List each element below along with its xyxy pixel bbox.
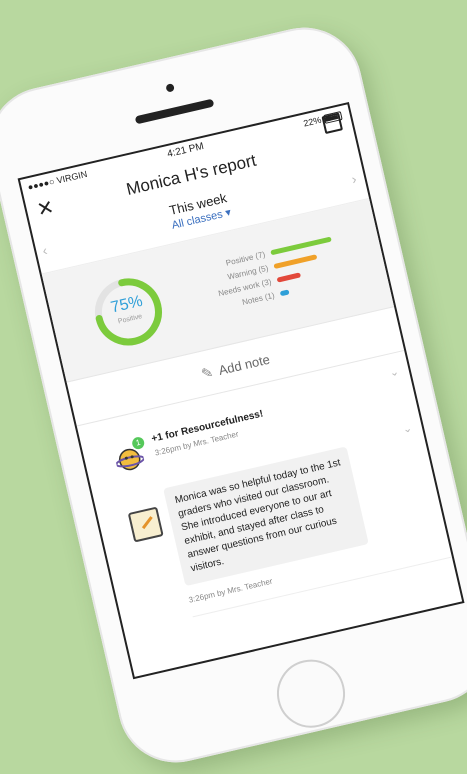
behavior-legend: Positive (7) Warning (5) Needs work (3) Not… [193, 233, 342, 319]
chevron-down-icon[interactable]: ⌄ [388, 365, 400, 380]
add-note-label: Add note [217, 351, 272, 378]
legend-bar [279, 288, 290, 296]
speaker-grille [134, 98, 215, 125]
home-button[interactable] [270, 652, 352, 735]
chevron-down-icon[interactable]: ⌄ [401, 421, 414, 436]
award-prefix: +1 for [150, 427, 180, 445]
phone-frame: ●●●●○ VIRGIN 4:21 PM 22% ✕ Monica H's re… [0, 16, 467, 774]
front-camera [165, 83, 175, 93]
app-screen: ●●●●○ VIRGIN 4:21 PM 22% ✕ Monica H's re… [17, 101, 465, 680]
note-icon [127, 506, 164, 543]
positive-ring: 75% Positive [85, 269, 171, 355]
chevron-down-icon: ▾ [224, 206, 233, 220]
legend-bar [276, 271, 302, 283]
pencil-icon: ✎ [199, 363, 215, 382]
